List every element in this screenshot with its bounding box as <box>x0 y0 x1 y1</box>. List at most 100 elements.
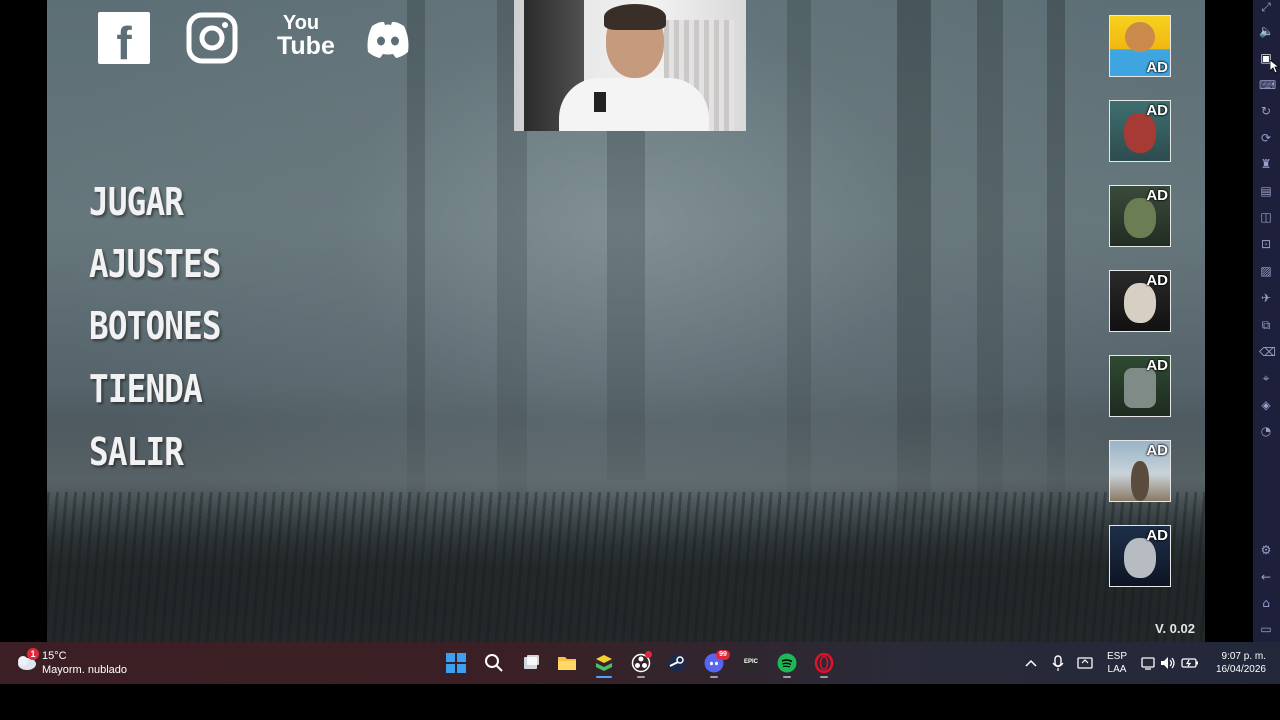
screenshot-icon[interactable]: ◫ <box>1259 210 1273 224</box>
ad-badge: AD <box>1146 357 1168 374</box>
instagram-icon[interactable] <box>186 12 238 64</box>
ad-tile-4[interactable]: AD <box>1109 270 1171 332</box>
epic-games-icon: EPIC <box>744 654 759 672</box>
weather-temperature: 15°C <box>42 650 67 662</box>
ad-tile-1[interactable]: AD <box>1109 15 1171 77</box>
discord-running-indicator <box>710 676 718 678</box>
expand-icon[interactable]: ⤢ <box>1259 0 1273 14</box>
emulator-sidebar: ⤢ 🔈 ▣ ⌨ ↻ ⟳ ♜ ▤ ◫ ⊡ ▨ ✈ ⧉ ⌫ ⌖ ◈ ◔ ⚙ ← ⌂ … <box>1253 0 1280 642</box>
webcam-shirt-logo <box>594 92 606 112</box>
airplane-icon[interactable]: ✈ <box>1259 291 1273 305</box>
back-icon[interactable]: ← <box>1259 570 1273 584</box>
mouse-cursor-icon <box>1270 60 1280 74</box>
network-icon <box>1141 657 1155 670</box>
webcam-person-hair <box>604 4 666 30</box>
show-hidden-icons-button[interactable] <box>1024 653 1038 673</box>
ad-art <box>1124 283 1156 323</box>
menu-store-button[interactable]: TIENDA <box>89 367 203 411</box>
weather-description: Mayorm. nublado <box>42 664 127 676</box>
opera-gx-icon <box>814 652 834 674</box>
menu-settings-button[interactable]: AJUSTES <box>89 242 222 286</box>
ad-art <box>1124 538 1156 578</box>
file-explorer-button[interactable] <box>557 653 577 673</box>
eraser-icon[interactable]: ⌫ <box>1259 345 1276 359</box>
recent-apps-icon[interactable]: ▭ <box>1259 622 1273 636</box>
tray-app-button[interactable] <box>1076 653 1094 673</box>
ad-tile-5[interactable]: AD <box>1109 355 1171 417</box>
home-icon[interactable]: ⌂ <box>1259 596 1273 610</box>
menu-play-button[interactable]: JUGAR <box>89 180 184 224</box>
media-icon[interactable]: ▨ <box>1259 264 1273 278</box>
steam-button[interactable] <box>667 653 687 673</box>
obs-recording-dot <box>645 651 652 658</box>
keyboard-icon[interactable]: ⌨ <box>1259 78 1276 92</box>
bluestacks-active-indicator <box>596 676 612 678</box>
ad-badge: AD <box>1146 527 1168 544</box>
bluestacks-button[interactable] <box>594 653 614 673</box>
menu-buttons-button[interactable]: BOTONES <box>89 304 222 348</box>
eco-mode-icon[interactable]: ◔ <box>1259 424 1273 438</box>
ad-art <box>1131 461 1149 501</box>
clock-date: 16/04/2026 <box>1215 664 1266 675</box>
volume-button[interactable] <box>1160 653 1176 673</box>
location-icon[interactable]: ⌖ <box>1259 371 1273 385</box>
ad-tile-6[interactable]: AD <box>1109 440 1171 502</box>
ad-badge: AD <box>1146 102 1168 119</box>
task-view-button[interactable] <box>521 653 541 673</box>
rotate-icon[interactable]: ↻ <box>1259 104 1273 118</box>
record-icon[interactable]: ⊡ <box>1259 237 1273 251</box>
ad-tile-7[interactable]: AD <box>1109 525 1171 587</box>
microphone-icon <box>1052 655 1064 671</box>
ad-tile-2[interactable]: AD <box>1109 100 1171 162</box>
language-top[interactable]: ESP <box>1106 651 1128 662</box>
network-button[interactable] <box>1140 653 1156 673</box>
search-button[interactable] <box>484 653 504 673</box>
discord-icon[interactable] <box>362 12 414 64</box>
version-label: V. 0.02 <box>1154 621 1195 636</box>
forest-ground <box>47 492 1205 642</box>
start-button[interactable] <box>446 653 466 673</box>
search-icon <box>485 654 503 672</box>
sync-icon[interactable]: ⟳ <box>1259 131 1273 145</box>
ad-badge: AD <box>1146 442 1168 459</box>
spotify-button[interactable] <box>777 653 797 673</box>
spotify-icon <box>777 653 797 673</box>
webcam-overlay <box>514 0 746 131</box>
instagram-glyph <box>186 12 238 64</box>
battery-charging-icon <box>1181 658 1198 668</box>
steam-icon <box>668 654 686 672</box>
language-bottom[interactable]: LAA <box>1106 664 1128 675</box>
youtube-icon[interactable]: You Tube <box>277 12 335 64</box>
tray-app-icon <box>1077 657 1093 669</box>
svg-text:EPIC: EPIC <box>744 659 759 665</box>
epic-games-button[interactable]: EPIC <box>741 653 761 673</box>
taskbar-clock[interactable]: 9:07 p. m. 16/04/2026 <box>1216 650 1266 676</box>
battery-button[interactable] <box>1181 653 1199 673</box>
ad-badge: AD <box>1146 187 1168 204</box>
folder-icon <box>558 657 576 670</box>
weather-alert-badge: 1 <box>27 648 39 660</box>
opera-running-indicator <box>820 676 828 678</box>
facebook-icon[interactable]: f <box>98 12 150 69</box>
settings-icon[interactable]: ⚙ <box>1259 543 1273 557</box>
microphone-button[interactable] <box>1050 653 1066 673</box>
ad-badge: AD <box>1146 59 1168 76</box>
youtube-text-bottom: Tube <box>277 32 335 60</box>
ad-art <box>1124 113 1156 153</box>
ad-badge: AD <box>1146 272 1168 289</box>
obs-running-indicator <box>637 676 645 678</box>
discord-notification-badge: 99 <box>716 650 730 660</box>
layers-icon[interactable]: ◈ <box>1259 398 1273 412</box>
controller-icon[interactable]: ♜ <box>1259 157 1273 171</box>
spotify-running-indicator <box>783 676 791 678</box>
apk-icon[interactable]: ▤ <box>1259 184 1273 198</box>
speaker-icon <box>1161 657 1175 669</box>
menu-exit-button[interactable]: SALIR <box>89 430 184 474</box>
volume-icon[interactable]: 🔈 <box>1259 24 1274 38</box>
opera-gx-button[interactable] <box>814 652 834 674</box>
game-viewport[interactable]: f You Tube JUGAR AJUSTES BOTONES TIENDA … <box>47 0 1205 642</box>
ad-art <box>1125 22 1155 52</box>
ad-tile-3[interactable]: AD <box>1109 185 1171 247</box>
task-view-icon <box>524 655 539 669</box>
multi-instance-icon[interactable]: ⧉ <box>1259 318 1273 332</box>
